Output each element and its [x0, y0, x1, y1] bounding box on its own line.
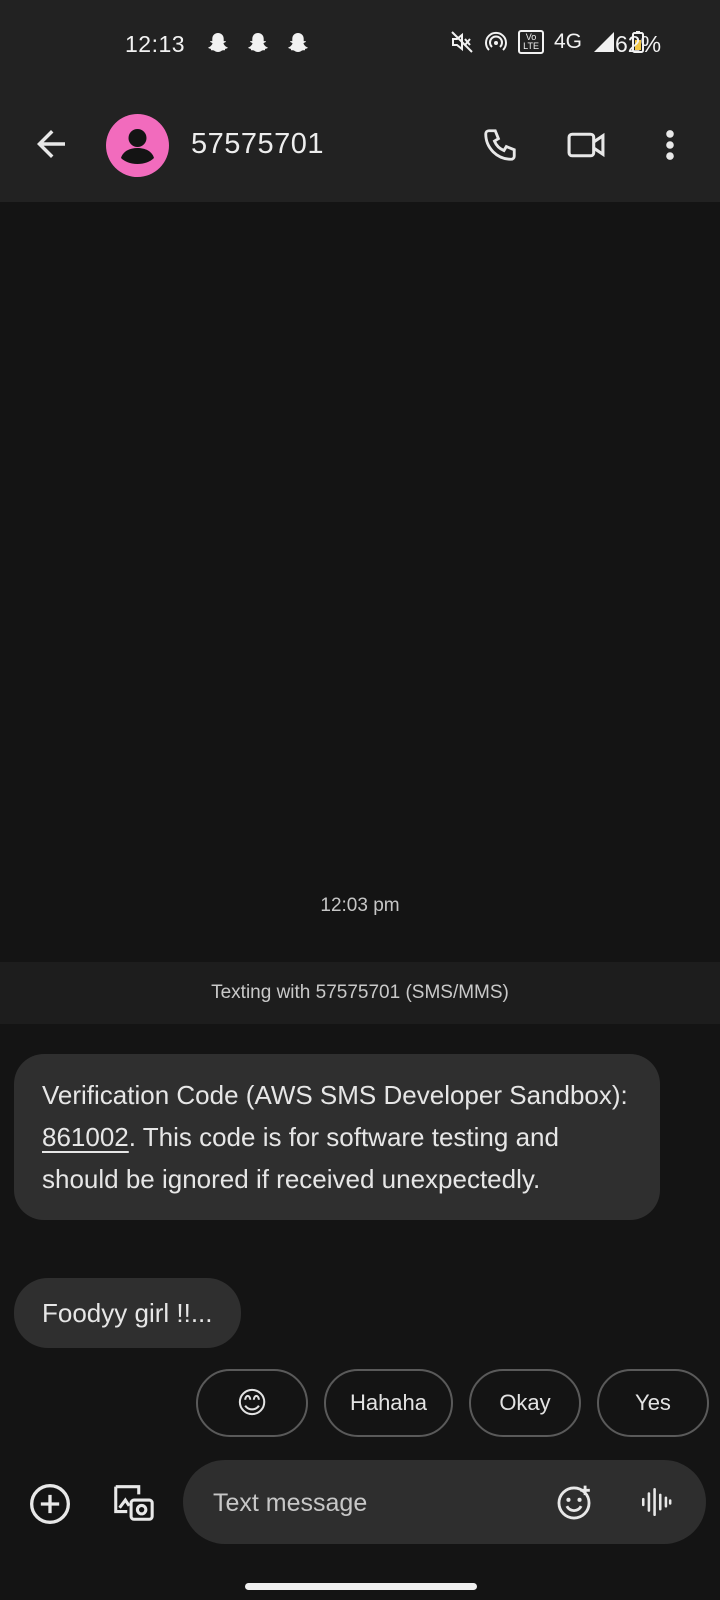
gallery-camera-icon[interactable]	[110, 1478, 156, 1526]
status-time: 12:13	[125, 31, 186, 57]
smart-reply-label: Yes	[635, 1390, 671, 1415]
smart-reply-bar: 😊 Hahaha Okay Yes	[196, 1369, 709, 1437]
notification-icons	[206, 31, 310, 55]
verification-code-link[interactable]: 861002	[42, 1122, 129, 1152]
sms-info-banner: Texting with 57575701 (SMS/MMS)	[0, 962, 720, 1024]
person-icon	[121, 129, 154, 164]
compose-bar	[0, 1454, 720, 1600]
video-call-icon[interactable]	[566, 126, 606, 164]
snapchat-icon	[288, 33, 308, 52]
add-attachment-icon[interactable]	[28, 1482, 72, 1526]
more-options-icon[interactable]	[658, 126, 682, 164]
home-indicator[interactable]	[245, 1583, 477, 1590]
app-bar: 57575701	[0, 92, 720, 202]
smart-reply-label: Okay	[499, 1390, 551, 1415]
volte-icon: Vo LTE	[518, 30, 544, 54]
contact-title: 57575701	[191, 128, 325, 160]
message-text: Foodyy girl !!...	[42, 1298, 213, 1328]
phone-icon[interactable]	[481, 126, 519, 164]
status-bar: 12:13 Vo LTE 4G 62%	[0, 0, 720, 92]
smart-reply-chip[interactable]: Yes	[597, 1369, 709, 1437]
snapchat-icon	[248, 33, 268, 52]
smart-reply-chip[interactable]: Okay	[469, 1369, 581, 1437]
smart-reply-label: Hahaha	[349, 1390, 428, 1415]
text-message-input[interactable]	[211, 1460, 535, 1546]
smart-reply-emoji-chip[interactable]: 😊	[196, 1369, 308, 1437]
smiling-face-emoji: 😊	[236, 1386, 268, 1420]
smart-reply-chip[interactable]: Hahaha	[324, 1369, 453, 1437]
back-arrow-icon[interactable]	[30, 123, 72, 165]
message-text: Verification Code (AWS SMS Developer San…	[42, 1080, 628, 1110]
message-compose-field[interactable]	[183, 1460, 706, 1546]
message-timestamp: 12:03 pm	[320, 895, 400, 916]
hotspot-icon	[485, 31, 508, 51]
message-bubble[interactable]: Verification Code (AWS SMS Developer San…	[14, 1054, 660, 1220]
emoji-sticker-icon[interactable]	[555, 1484, 593, 1522]
mute-icon	[451, 31, 473, 53]
network-type: 4G	[553, 30, 582, 53]
contact-avatar[interactable]	[106, 114, 169, 177]
signal-icon	[594, 32, 614, 52]
battery-percent: 62%	[615, 31, 662, 57]
voice-message-icon[interactable]	[639, 1484, 673, 1520]
message-bubble[interactable]: Foodyy girl !!...	[14, 1278, 241, 1348]
snapchat-icon	[208, 33, 228, 52]
